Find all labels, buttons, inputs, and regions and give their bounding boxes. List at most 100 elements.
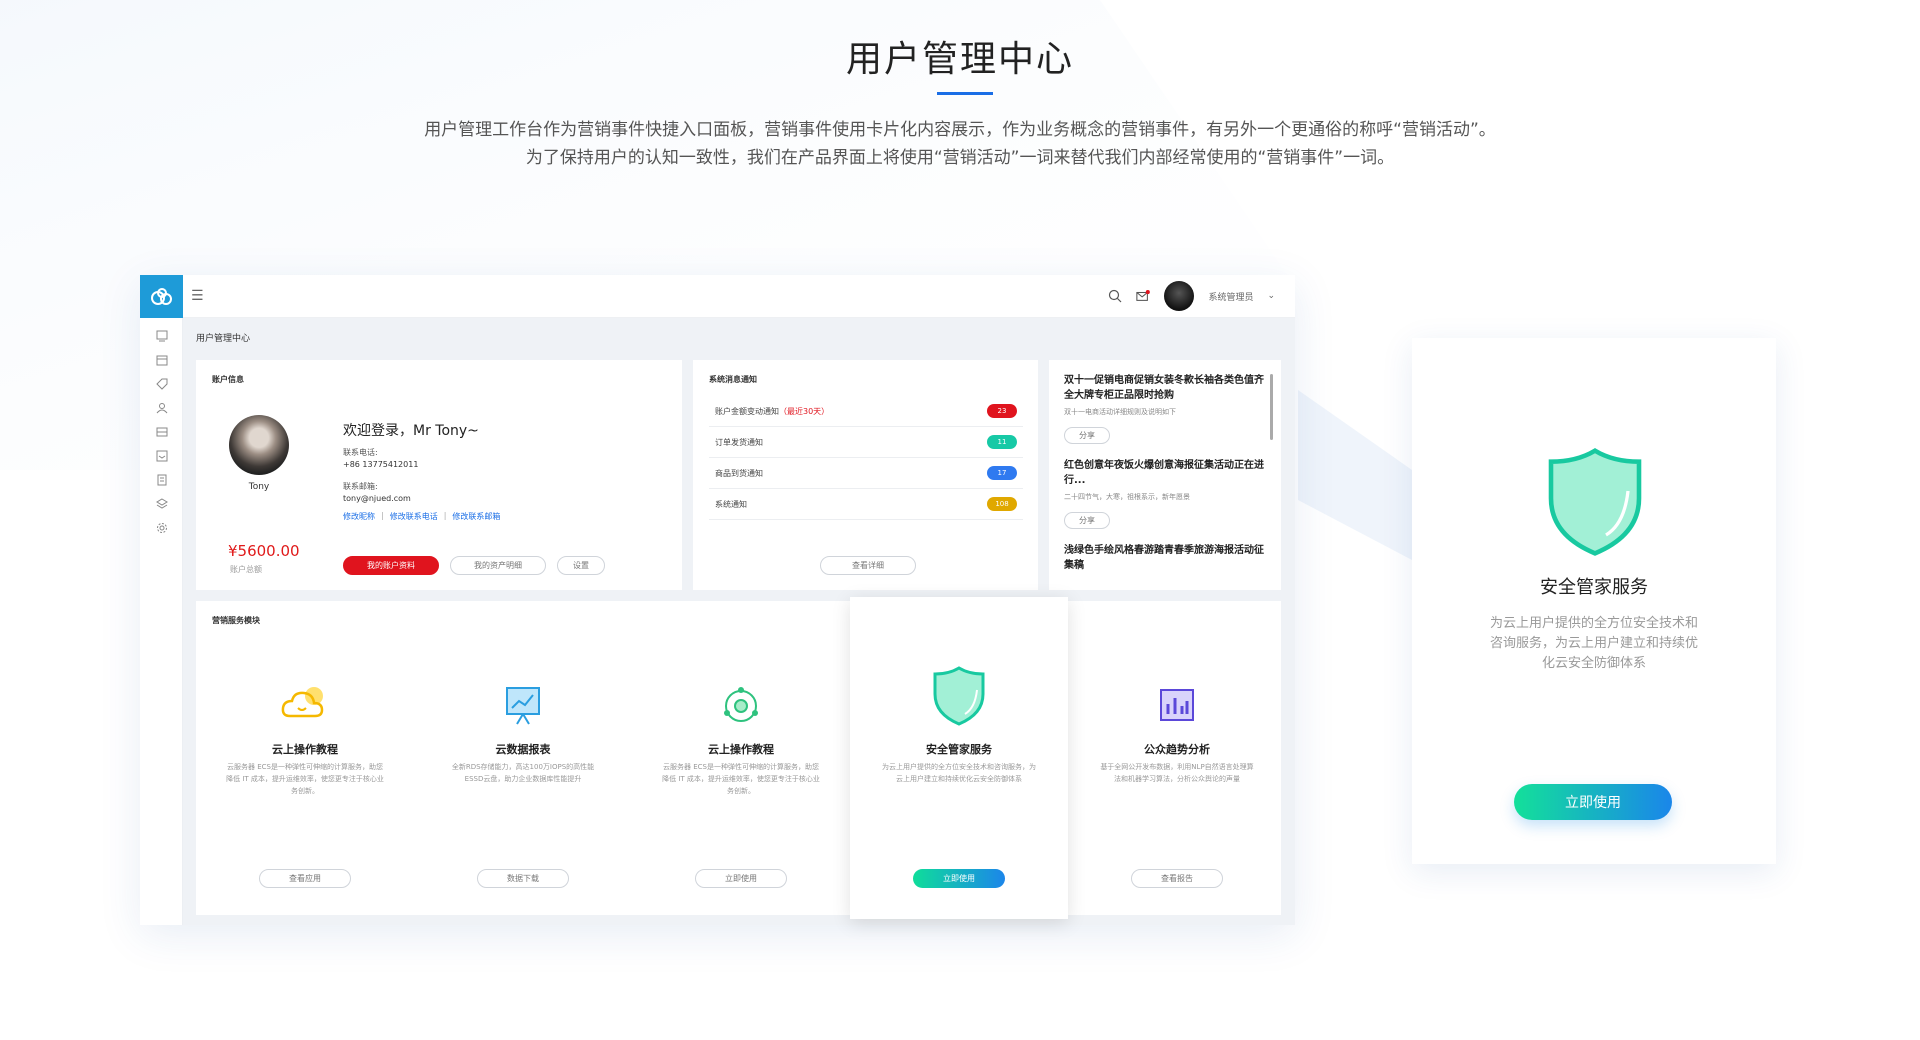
notification-row[interactable]: 账户金额变动通知 （最近30天） 23 [709, 396, 1023, 427]
notification-text: 账户金额变动通知 [715, 406, 779, 416]
account-links: 修改昵称 | 修改联系电话 | 修改联系邮箱 [343, 511, 500, 522]
service-card[interactable]: 公众趋势分析 基于全网公开发布数据，利用NLP自然语言处理算法和机器学习算法，分… [1068, 601, 1286, 915]
account-card: 账户信息 Tony 欢迎登录，Mr Tony~ 联系电话: +86 137754… [196, 360, 682, 590]
sidebar-tag-icon[interactable] [140, 372, 183, 396]
sidebar-document-icon[interactable] [140, 468, 183, 492]
account-balance: ¥5600.00 [228, 542, 300, 560]
news-title[interactable]: 浅绿色手绘风格春游踏青春季旅游海报活动征集稿 [1064, 543, 1264, 573]
cloud-logo-icon [150, 287, 172, 305]
news-subtitle: 双十一电商活动详细规则及说明如下 [1064, 408, 1176, 416]
data-download-button[interactable]: 数据下载 [477, 869, 569, 888]
app-logo[interactable] [140, 275, 183, 318]
asset-detail-button[interactable]: 我的资产明细 [450, 556, 546, 575]
feature-title: 安全管家服务 [1540, 577, 1648, 598]
user-avatar[interactable] [1164, 281, 1195, 311]
balance-label: 账户总额 [230, 565, 262, 574]
service-title: 云上操作教程 [272, 743, 338, 756]
chevron-down-icon[interactable]: ⌄ [1267, 291, 1275, 301]
feature-card: 安全管家服务 为云上用户提供的全方位安全技术和咨询服务，为云上用户建立和持续优化… [1412, 338, 1776, 864]
use-now-button[interactable]: 立即使用 [1514, 784, 1672, 820]
link-separator: | [443, 511, 447, 520]
email-label: 联系邮箱: [343, 482, 378, 491]
notification-row[interactable]: 系统通知 108 [709, 489, 1023, 520]
service-card[interactable]: 云上操作教程 云服务器 ECS是一种弹性可伸缩的计算服务，助您降低 IT 成本，… [196, 601, 414, 915]
edit-email-link[interactable]: 修改联系邮箱 [452, 511, 500, 522]
link-separator: | [381, 511, 384, 520]
app-preview: ☰ 系统管理员 ⌄ 用户管理中心 账户信息 Tony 欢迎登录，Mr Tony~… [140, 275, 1295, 925]
news-title[interactable]: 双十一促销电商促销女装冬款长袖各类色值齐全大牌专柜正品限时抢购 [1064, 373, 1264, 403]
news-scrollbar[interactable] [1270, 374, 1273, 440]
page-title: 用户管理中心 [845, 39, 1074, 80]
service-title: 云数据报表 [495, 743, 551, 756]
sidebar-storage-icon[interactable] [140, 420, 183, 444]
app-topbar: ☰ 系统管理员 ⌄ [183, 275, 1295, 318]
count-badge: 23 [987, 404, 1017, 418]
service-card-active[interactable]: 安全管家服务 为云上用户提供的全方位安全技术和咨询服务，为云上用户建立和持续优化… [850, 597, 1068, 919]
network-icon [724, 687, 758, 722]
marketing-module: 营销服务模块 云上操作教程 云服务器 ECS是一种弹性可伸缩的计算服务，助您降低… [196, 597, 1281, 919]
phone-value: +86 13775412011 [343, 460, 419, 469]
notification-card: 系统消息通知 账户金额变动通知 （最近30天） 23 订单发货通知 11 商品到货通知 17… [693, 360, 1038, 590]
notification-highlight: （最近30天） [779, 406, 830, 416]
notification-text: 订单发货通知 [715, 437, 763, 447]
news-card: 双十一促销电商促销女装冬款长袖各类色值齐全大牌专柜正品限时抢购 双十一电商活动详… [1049, 360, 1281, 590]
app-sidebar [140, 275, 183, 925]
chart-board-icon [506, 687, 540, 725]
service-description: 云服务器 ECS是一种弹性可伸缩的计算服务，助您降低 IT 成本，提升运维效率，… [662, 763, 820, 795]
share-button[interactable]: 分享 [1064, 512, 1110, 529]
service-card[interactable]: 云上操作教程 云服务器 ECS是一种弹性可伸缩的计算服务，助您降低 IT 成本，… [632, 601, 850, 915]
edit-phone-link[interactable]: 修改联系电话 [390, 511, 438, 522]
email-value: tony@njued.com [343, 494, 411, 503]
account-name: Tony [248, 482, 270, 492]
notification-row[interactable]: 商品到货通知 17 [709, 458, 1023, 489]
sidebar-calendar-icon[interactable] [140, 348, 183, 372]
service-title: 云上操作教程 [708, 743, 774, 756]
service-description: 基于全网公开发布数据，利用NLP自然语言处理算法和机器学习算法，分析公众舆论的声… [1100, 763, 1254, 783]
breadcrumb: 用户管理中心 [196, 334, 251, 344]
view-report-button[interactable]: 查看报告 [1131, 869, 1223, 888]
count-badge: 17 [987, 466, 1017, 480]
notification-text: 系统通知 [715, 499, 747, 509]
service-description: 全新RDS存储能力，高达100万IOPS的高性能ESSD云盘，助力企业数据库性能… [451, 763, 595, 783]
view-app-button[interactable]: 查看应用 [259, 869, 351, 888]
use-now-button[interactable]: 立即使用 [695, 869, 787, 888]
count-badge: 11 [987, 435, 1017, 449]
service-title: 公众趋势分析 [1144, 743, 1210, 756]
share-button[interactable]: 分享 [1064, 427, 1110, 444]
settings-button[interactable]: 设置 [557, 556, 605, 575]
shield-icon [1548, 447, 1642, 556]
sidebar-inbox-icon[interactable] [140, 444, 183, 468]
feature-description: 为云上用户提供的全方位安全技术和咨询服务，为云上用户建立和持续优化云安全防御体系 [1489, 616, 1698, 671]
notification-card-title: 系统消息通知 [709, 375, 757, 384]
my-account-button[interactable]: 我的账户资料 [343, 556, 439, 575]
cloud-icon [281, 687, 324, 718]
search-icon[interactable] [1108, 289, 1122, 303]
service-description: 为云上用户提供的全方位安全技术和咨询服务，为云上用户建立和持续优化云安全防御体系 [882, 763, 1036, 783]
view-detail-button[interactable]: 查看详细 [820, 556, 916, 575]
service-card[interactable]: 云数据报表 全新RDS存储能力，高达100万IOPS的高性能ESSD云盘，助力企… [414, 601, 632, 915]
edit-nickname-link[interactable]: 修改昵称 [343, 511, 375, 522]
account-avatar [229, 415, 289, 475]
use-now-button[interactable]: 立即使用 [913, 869, 1005, 888]
account-card-title: 账户信息 [212, 375, 244, 384]
admin-name[interactable]: 系统管理员 [1208, 290, 1253, 303]
mail-icon[interactable] [1136, 289, 1151, 303]
service-title: 安全管家服务 [926, 743, 992, 756]
notification-row[interactable]: 订单发货通知 11 [709, 427, 1023, 458]
description-line-1: 用户管理工作台作为营销事件快捷入口面板，营销事件使用卡片化内容展示，作为业务概念… [424, 120, 1496, 140]
service-description: 云服务器 ECS是一种弹性可伸缩的计算服务，助您降低 IT 成本，提升运维效率，… [226, 763, 384, 795]
count-badge: 108 [987, 497, 1017, 511]
phone-label: 联系电话: [343, 448, 378, 457]
notification-text: 商品到货通知 [715, 468, 763, 478]
description-line-2: 为了保持用户的认知一致性，我们在产品界面上将使用“营销活动”一词来替代我们内部经… [525, 148, 1395, 168]
news-title[interactable]: 红色创意年夜饭火爆创意海报征集活动正在进行... [1064, 458, 1264, 488]
menu-icon[interactable]: ☰ [191, 288, 204, 304]
sidebar-settings-icon[interactable] [140, 516, 183, 540]
sidebar-layers-icon[interactable] [140, 492, 183, 516]
news-subtitle: 二十四节气，大寒，祖根系示，新年愿景 [1064, 493, 1190, 501]
page-description: 用户管理工作台作为营销事件快捷入口面板，营销事件使用卡片化内容展示，作为业务概念… [0, 116, 1920, 172]
shield-icon [933, 666, 985, 726]
welcome-text: 欢迎登录，Mr Tony~ [343, 423, 479, 439]
sidebar-user-icon[interactable] [140, 396, 183, 420]
sidebar-dashboard-icon[interactable] [140, 324, 183, 348]
